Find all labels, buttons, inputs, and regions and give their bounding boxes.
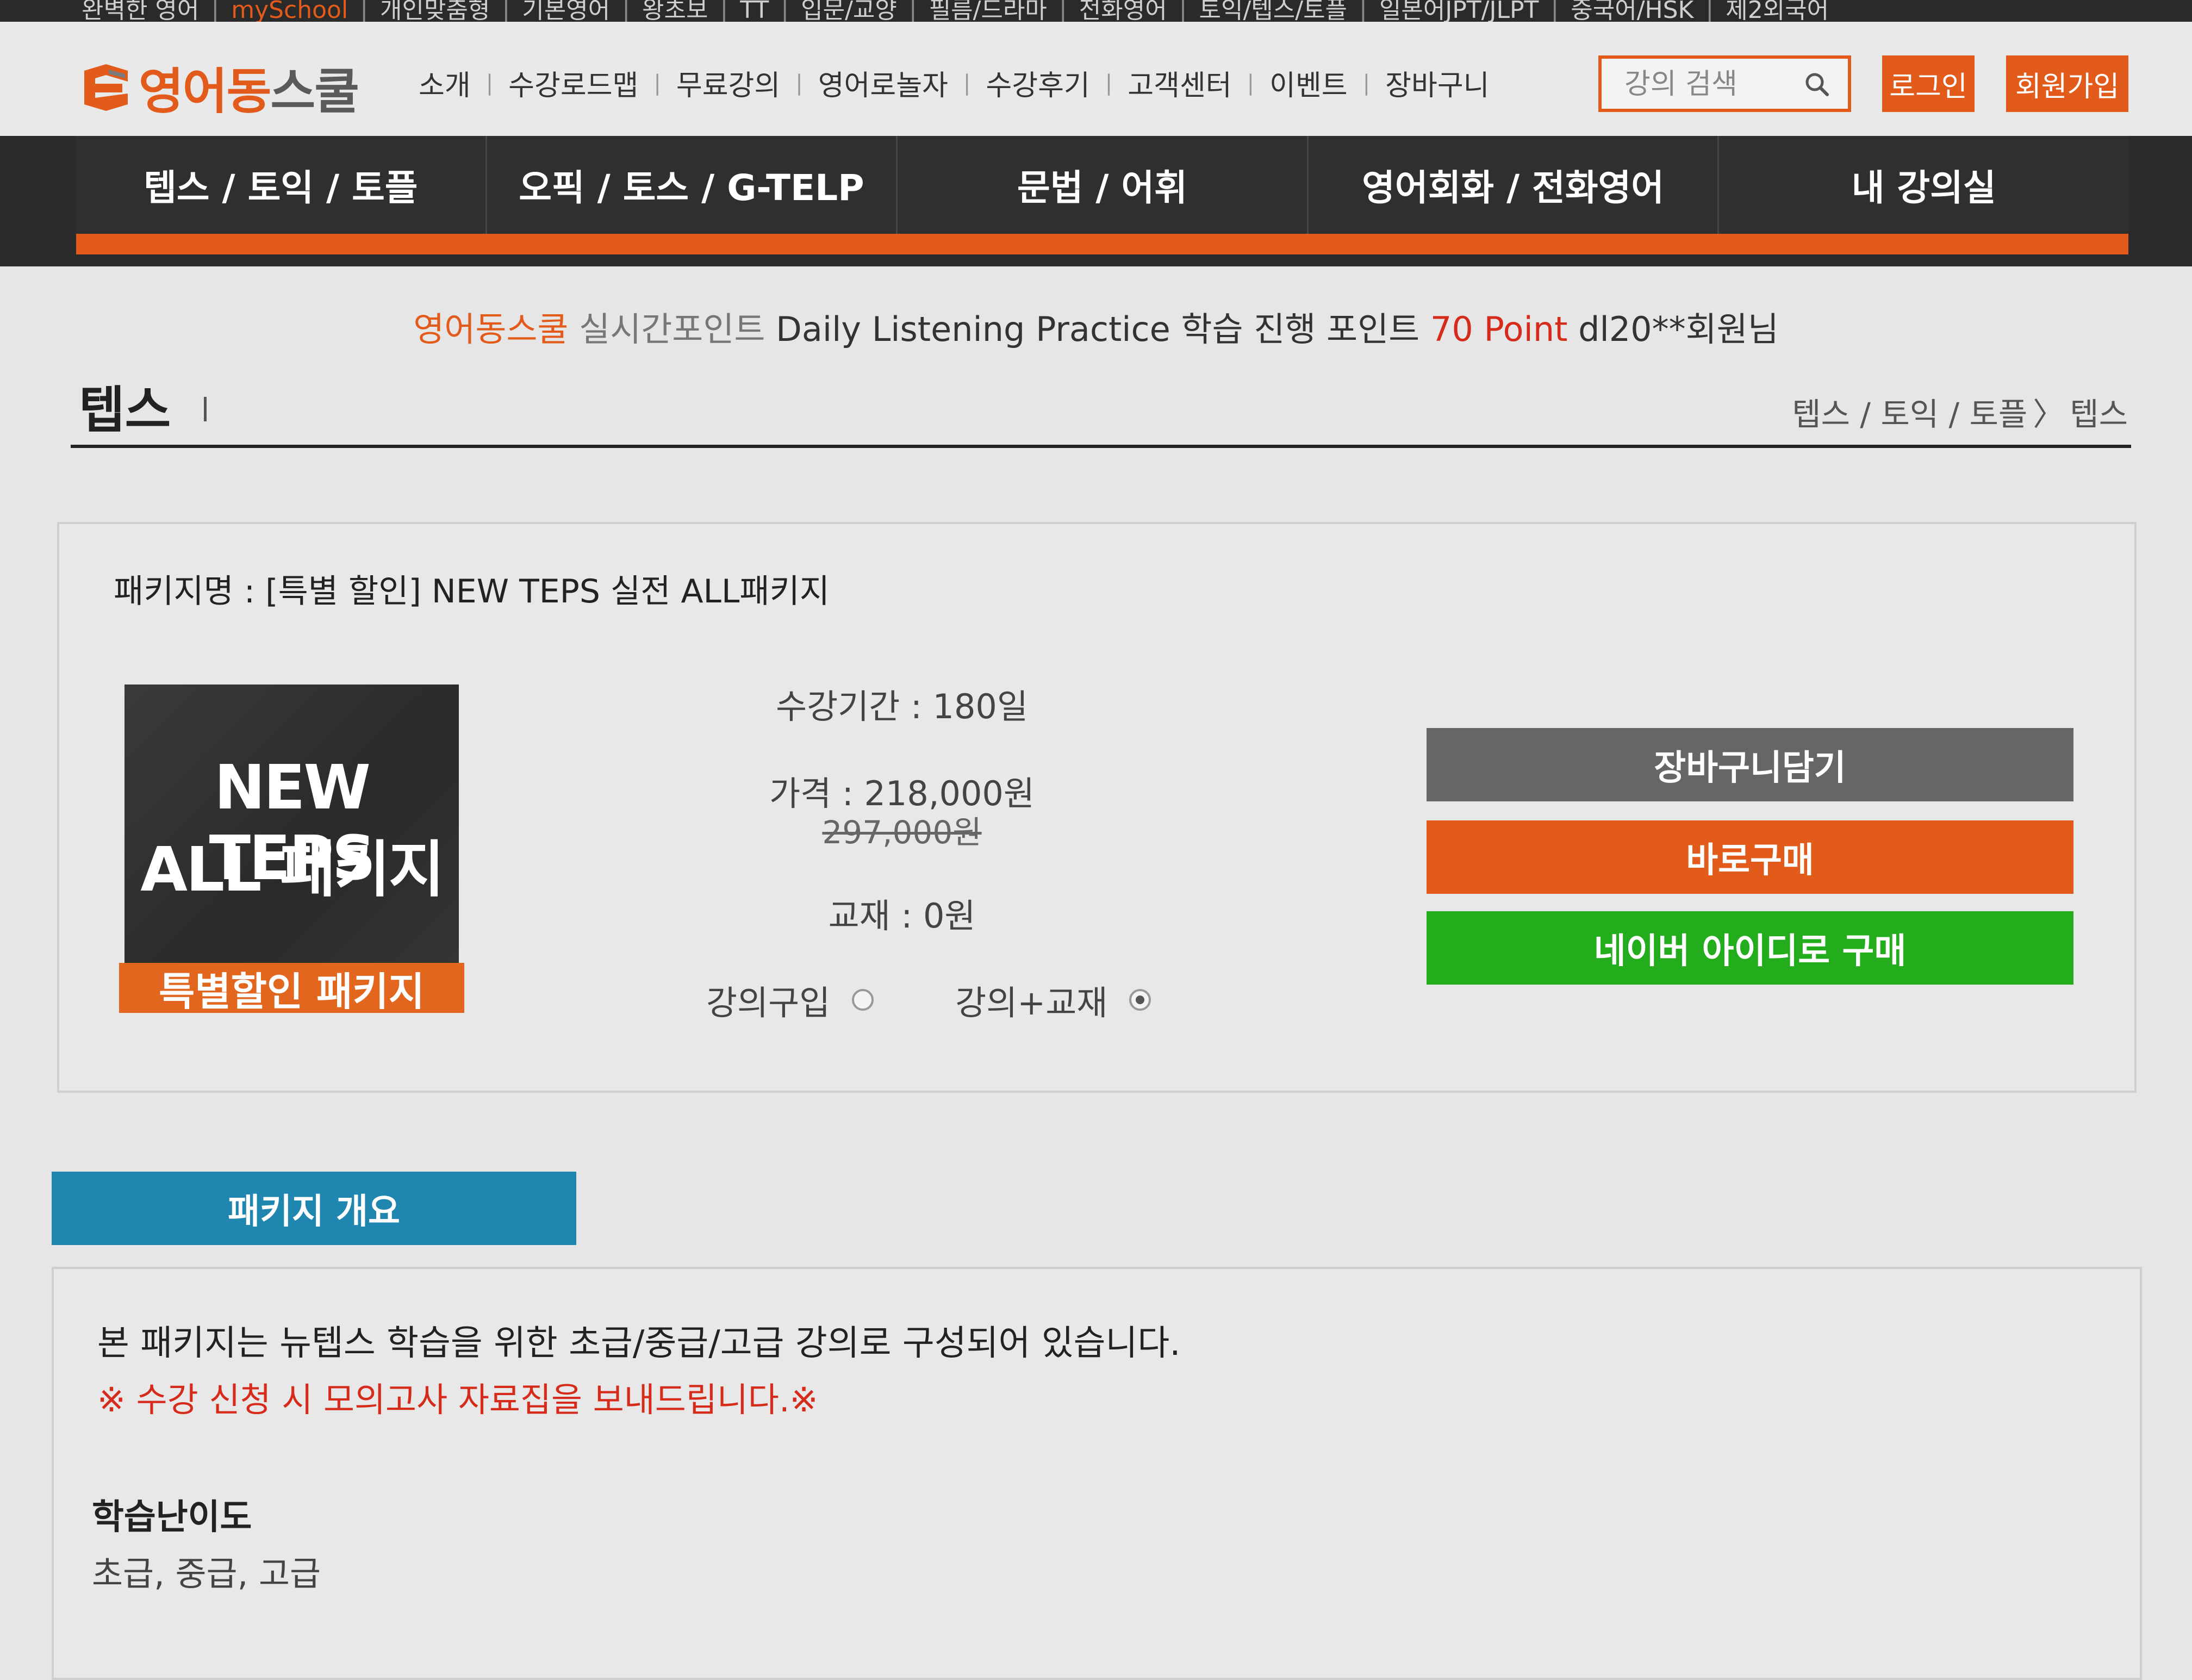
option-lecture-book-radio[interactable] bbox=[1129, 989, 1151, 1011]
topnav-divider: | bbox=[1105, 70, 1113, 96]
breadcrumb-current: 텝스 bbox=[2070, 396, 2128, 433]
logo-text-dark: 스쿨 bbox=[270, 63, 359, 120]
top-strip-link[interactable]: 기본영어 bbox=[522, 0, 610, 22]
top-strip-link[interactable]: 왕초보 bbox=[642, 0, 708, 22]
top-strip-divider: | bbox=[502, 0, 510, 22]
top-strip-divider: | bbox=[1705, 0, 1714, 22]
option-lecture-label: 강의구입 bbox=[706, 983, 831, 1023]
topnav-free-lectures[interactable]: 무료강의 bbox=[676, 63, 780, 103]
logo-text: 영어동스쿨 bbox=[139, 52, 359, 122]
difficulty-levels: 초급, 중급, 고급 bbox=[92, 1554, 321, 1594]
topnav-intro[interactable]: 소개 bbox=[419, 63, 471, 103]
site-header: 영어동스쿨 소개 | 수강로드맵 | 무료강의 | 영어로놀자 | 수강후기 | 고객센터… bbox=[0, 22, 2192, 136]
top-strip-link[interactable]: TT bbox=[740, 0, 769, 22]
points-user: dl20**회원님 bbox=[1578, 309, 1779, 349]
top-strip-divider: | bbox=[360, 0, 369, 22]
points-brand: 영어동스쿨 bbox=[413, 309, 569, 349]
topnav-roadmap[interactable]: 수강로드맵 bbox=[508, 63, 638, 103]
top-strip-divider: | bbox=[1058, 0, 1067, 22]
realtime-points-ticker: 영어동스쿨 실시간포인트 Daily Listening Practice 학습… bbox=[0, 302, 2192, 351]
top-strip-divider: | bbox=[908, 0, 917, 22]
top-strip-divider: | bbox=[1550, 0, 1559, 22]
topnav-divider: | bbox=[795, 70, 803, 96]
top-strip-link[interactable]: 토익/텝스/토플 bbox=[1199, 0, 1348, 22]
thumbnail-badge: 특별할인 패키지 bbox=[119, 963, 464, 1015]
topnav-divider: | bbox=[485, 70, 494, 96]
top-strip-divider: | bbox=[781, 0, 789, 22]
breadcrumb: 텝스 / 토익 / 토플 〉 텝스 bbox=[1792, 389, 2128, 434]
tab-package-overview[interactable]: 패키지 개요 bbox=[52, 1172, 576, 1245]
add-to-cart-button[interactable]: 장바구니담기 bbox=[1427, 728, 2073, 801]
top-strip-link[interactable]: 필름/드라마 bbox=[929, 0, 1047, 22]
breadcrumb-parent[interactable]: 텝스 / 토익 / 토플 bbox=[1792, 396, 2027, 433]
package-overview-box: 본 패키지는 뉴텝스 학습을 위한 초급/중급/고급 강의로 구성되어 있습니다… bbox=[52, 1267, 2142, 1680]
points-course: Daily Listening Practice bbox=[776, 309, 1170, 349]
top-strip-link[interactable]: mySchool bbox=[231, 0, 348, 22]
mainnav-tab-conversation[interactable]: 영어회화 / 전화영어 bbox=[1308, 136, 1720, 234]
difficulty-heading: 학습난이도 bbox=[92, 1497, 252, 1538]
package-detail-box: 패키지명 : [특별 할인] NEW TEPS 실전 ALL패키지 NEW TE… bbox=[57, 522, 2137, 1093]
topnav-reviews[interactable]: 수강후기 bbox=[986, 63, 1089, 103]
top-strip-divider: | bbox=[622, 0, 631, 22]
top-category-links: 완벽한 영어 | mySchool | 개인맞춤형 | 기본영어 | 왕초보 | TT | 입문/교양 |… bbox=[82, 0, 1829, 22]
title-rule bbox=[71, 445, 2131, 448]
main-navigation: 텝스 / 토익 / 토플 오픽 / 토스 / G-TELP 문법 / 어휘 영어… bbox=[76, 136, 2128, 234]
logo-icon bbox=[79, 60, 133, 114]
topnav-support[interactable]: 고객센터 bbox=[1128, 63, 1231, 103]
site-logo[interactable]: 영어동스쿨 bbox=[79, 52, 359, 122]
top-strip-divider: | bbox=[211, 0, 220, 22]
points-mid: 학습 진행 포인트 bbox=[1181, 309, 1420, 349]
topnav-cart[interactable]: 장바구니 bbox=[1385, 63, 1489, 103]
option-lecture-book-label: 강의+교재 bbox=[955, 983, 1108, 1023]
logo-text-orange: 영어동 bbox=[139, 63, 271, 120]
thumbnail-title-line2: ALL 패키지 bbox=[140, 835, 445, 905]
top-strip-divider: | bbox=[720, 0, 728, 22]
mainnav-tab-opic-tos-gtelp[interactable]: 오픽 / 토스 / G-TELP bbox=[487, 136, 898, 234]
nav-accent-bar bbox=[76, 234, 2128, 254]
option-lecture-radio[interactable] bbox=[852, 989, 874, 1011]
mainnav-tab-my-classroom[interactable]: 내 강의실 bbox=[1719, 136, 2128, 234]
search-input[interactable] bbox=[1623, 65, 1805, 103]
points-label: 실시간포인트 bbox=[579, 309, 765, 349]
package-thumbnail: NEW TEPS ALL 패키지 특별할인 패키지 bbox=[119, 685, 464, 1015]
topnav-divider: | bbox=[1362, 70, 1371, 96]
original-price: 297,000원 bbox=[822, 814, 982, 851]
topnav-divider: | bbox=[1247, 70, 1255, 96]
topnav-play-english[interactable]: 영어로놀자 bbox=[818, 63, 948, 103]
topnav-divider: | bbox=[653, 70, 661, 96]
top-category-strip: 완벽한 영어 | mySchool | 개인맞춤형 | 기본영어 | 왕초보 | TT | 입문/교양 |… bbox=[0, 0, 2192, 22]
topnav-events[interactable]: 이벤트 bbox=[1269, 63, 1348, 103]
points-value: 70 Point bbox=[1430, 309, 1568, 349]
buy-now-button[interactable]: 바로구매 bbox=[1427, 820, 2073, 894]
textbook-price: 교재 : 0원 bbox=[828, 896, 976, 936]
purchase-option-group: 강의구입 강의+교재 bbox=[706, 975, 1151, 1024]
search-icon[interactable] bbox=[1803, 71, 1830, 98]
naver-purchase-button[interactable]: 네이버 아이디로 구매 bbox=[1427, 911, 2073, 985]
top-strip-link[interactable]: 제2외국어 bbox=[1726, 0, 1829, 22]
top-navigation: 소개 | 수강로드맵 | 무료강의 | 영어로놀자 | 수강후기 | 고객센터 | 이벤트 |… bbox=[419, 63, 1490, 103]
top-strip-divider: | bbox=[1359, 0, 1367, 22]
signup-button[interactable]: 회원가입 bbox=[2006, 55, 2128, 112]
top-strip-link[interactable]: 개인맞춤형 bbox=[380, 0, 490, 22]
course-period: 수강기간 : 180일 bbox=[776, 687, 1028, 726]
overview-notice: ※ 수강 신청 시 모의고사 자료집을 보내드립니다.※ bbox=[97, 1380, 818, 1420]
mainnav-tab-teps-toeic-toefl[interactable]: 텝스 / 토익 / 토플 bbox=[76, 136, 487, 234]
package-name: 패키지명 : [특별 할인] NEW TEPS 실전 ALL패키지 bbox=[114, 573, 830, 611]
mainnav-tab-grammar-vocab[interactable]: 문법 / 어휘 bbox=[898, 136, 1309, 234]
page-title: 텝스 bbox=[79, 381, 171, 439]
top-strip-link[interactable]: 전화영어 bbox=[1079, 0, 1167, 22]
top-strip-link[interactable]: 중국어/HSK bbox=[1571, 0, 1693, 22]
search-box bbox=[1598, 55, 1851, 112]
topnav-divider: | bbox=[963, 70, 971, 96]
chevron-right-icon: 〉 bbox=[2033, 396, 2065, 433]
top-strip-divider: | bbox=[1179, 0, 1187, 22]
top-strip-link[interactable]: 완벽한 영어 bbox=[82, 0, 199, 22]
title-divider bbox=[204, 397, 207, 421]
top-strip-link[interactable]: 입문/교양 bbox=[801, 0, 897, 22]
overview-description: 본 패키지는 뉴텝스 학습을 위한 초급/중급/고급 강의로 구성되어 있습니다… bbox=[97, 1323, 1181, 1364]
login-button[interactable]: 로그인 bbox=[1882, 55, 1975, 112]
top-strip-link[interactable]: 일본어JPT/JLPT bbox=[1379, 0, 1539, 22]
